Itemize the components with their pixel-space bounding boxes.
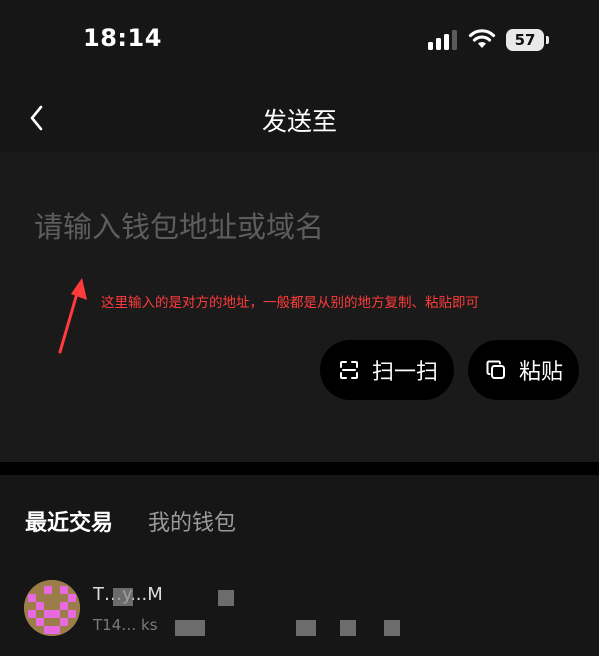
page-title: 发送至 xyxy=(261,107,337,136)
scan-label: 扫一扫 xyxy=(372,360,439,385)
section-divider xyxy=(0,462,599,475)
list-item[interactable]: T…y...M T14… ks xyxy=(0,572,599,656)
status-bar: 18:14 57 xyxy=(0,0,599,82)
battery-level: 57 xyxy=(506,29,544,51)
avatar xyxy=(24,580,80,636)
copy-icon xyxy=(486,360,505,379)
paste-label: 粘贴 xyxy=(519,360,564,385)
scan-button[interactable]: 扫一扫 xyxy=(320,340,454,400)
redaction-block xyxy=(296,620,316,636)
battery-icon: 57 xyxy=(506,29,550,51)
annotation-arrow-icon xyxy=(58,278,87,354)
transaction-address: T14… ks xyxy=(93,616,158,634)
redaction-block xyxy=(340,620,356,636)
redaction-block xyxy=(175,620,205,636)
annotation-text: 这里输入的是对方的地址，一般都是从别的地方复制、粘贴即可 xyxy=(101,295,479,311)
signal-icon xyxy=(428,30,457,50)
tab-recent-transactions[interactable]: 最近交易 xyxy=(25,505,113,537)
paste-button[interactable]: 粘贴 xyxy=(468,340,579,400)
redaction-block xyxy=(113,588,133,606)
nav-bar: 发送至 xyxy=(0,90,599,146)
scan-icon xyxy=(340,361,358,379)
tab-my-wallet[interactable]: 我的钱包 xyxy=(148,505,236,537)
status-time: 18:14 xyxy=(83,24,162,52)
redaction-block xyxy=(218,590,234,606)
wifi-icon xyxy=(468,29,496,48)
battery-tip xyxy=(546,36,549,44)
redaction-block xyxy=(384,620,400,636)
address-input[interactable] xyxy=(34,204,574,250)
